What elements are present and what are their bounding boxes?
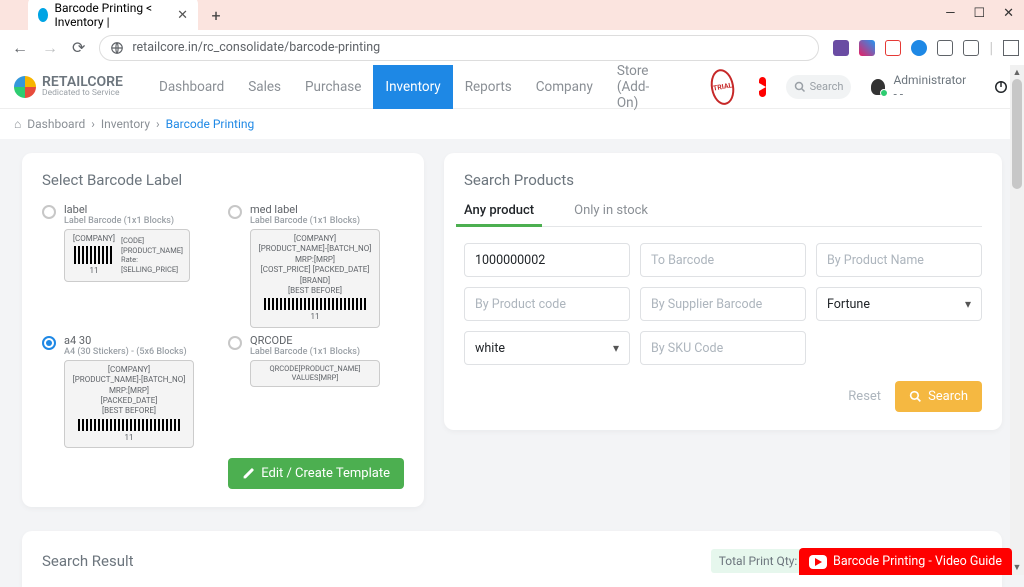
new-tab-button[interactable]: + — [206, 6, 226, 25]
trial-badge: TRIAL — [708, 67, 737, 107]
scrollbar-thumb[interactable] — [1012, 79, 1022, 189]
radio-icon[interactable] — [42, 205, 56, 219]
main-menu: Dashboard Sales Purchase Inventory Repor… — [147, 65, 661, 109]
reset-button[interactable]: Reset — [848, 389, 881, 404]
ext-icon-4[interactable] — [911, 40, 927, 56]
result-title: Search Result — [42, 552, 134, 570]
label-option-a4-30[interactable]: a4 30 A4 (30 Stickers) - (5x6 Blocks) [C… — [42, 334, 218, 448]
brand-tagline: Dedicated to Service — [42, 89, 123, 98]
search-placeholder: Search — [810, 80, 844, 93]
crumb-inventory[interactable]: Inventory — [101, 117, 150, 131]
label-preview: [COMPANY] [PRODUCT_NAME]-[BATCH_NO] MRP:… — [64, 360, 194, 448]
radio-icon[interactable] — [228, 336, 242, 350]
label-preview: [COMPANY] [PRODUCT_NAME]-[BATCH_NO] MRP:… — [250, 229, 380, 328]
extension-icons: | ⋮ — [833, 38, 1024, 57]
select-label-card: Select Barcode Label label Label Barcode… — [22, 153, 424, 507]
label-preview: [COMPANY] 11 [CODE] [PRODUCT_NAME] Rate:… — [64, 229, 190, 282]
brand-name: RETAILCORE — [42, 75, 123, 89]
app-header: RETAILCORE Dedicated to Service Dashboar… — [0, 65, 1024, 109]
search-icon — [794, 81, 806, 93]
ext-icon-6[interactable] — [963, 40, 979, 56]
scroll-down-icon[interactable]: ▼ — [1010, 562, 1024, 573]
user-menu[interactable]: Administrator - - — [871, 73, 968, 101]
video-guide-button[interactable]: Barcode Printing - Video Guide — [799, 548, 1012, 575]
pencil-icon — [242, 467, 255, 480]
scrollbar[interactable]: ▲ ▼ — [1010, 65, 1024, 575]
search-tabs: Any product Only in stock — [464, 203, 982, 227]
scroll-up-icon[interactable]: ▲ — [1010, 67, 1024, 78]
search-button[interactable]: Search — [895, 381, 982, 412]
label-option-label[interactable]: label Label Barcode (1x1 Blocks) [COMPAN… — [42, 203, 218, 328]
tab-title: Barcode Printing < Inventory | — [54, 1, 171, 29]
breadcrumb: ⌂ Dashboard › Inventory › Barcode Printi… — [0, 109, 1024, 139]
product-code-input[interactable]: By Product code — [464, 287, 630, 321]
user-icon — [871, 79, 885, 95]
search-products-card: Search Products Any product Only in stoc… — [444, 153, 1002, 430]
ext-icon-3[interactable] — [885, 40, 901, 56]
logo[interactable]: RETAILCORE Dedicated to Service — [14, 75, 123, 98]
supplier-barcode-input[interactable]: By Supplier Barcode — [640, 287, 806, 321]
address-bar[interactable]: retailcore.in/rc_consolidate/barcode-pri… — [99, 35, 819, 61]
menu-sales[interactable]: Sales — [236, 65, 293, 109]
edit-create-template-button[interactable]: Edit / Create Template — [228, 458, 404, 489]
product-name-input[interactable]: By Product Name — [816, 243, 982, 277]
to-barcode-input[interactable]: To Barcode — [640, 243, 806, 277]
logo-icon — [14, 76, 36, 98]
back-icon[interactable]: ← — [12, 40, 28, 56]
close-tab-icon[interactable]: ✕ — [177, 8, 188, 23]
label-preview: QRCODE[PRODUCT_NAME] VALUES[MRP] — [250, 360, 380, 388]
menu-reports[interactable]: Reports — [453, 65, 524, 109]
menu-purchase[interactable]: Purchase — [293, 65, 373, 109]
forward-icon[interactable]: → — [42, 40, 58, 56]
from-barcode-input[interactable]: 1000000002 — [464, 243, 630, 277]
url-text: retailcore.in/rc_consolidate/barcode-pri… — [132, 40, 380, 55]
menu-inventory[interactable]: Inventory — [373, 65, 452, 109]
menu-company[interactable]: Company — [524, 65, 605, 109]
ext-icon-7[interactable] — [1003, 40, 1019, 56]
browser-tab[interactable]: Barcode Printing < Inventory | ✕ — [28, 0, 198, 34]
chevron-down-icon: ▾ — [965, 297, 971, 311]
logout-icon — [994, 80, 1008, 94]
header-search[interactable]: Search — [786, 75, 852, 99]
reload-icon[interactable]: ⟳ — [72, 40, 85, 56]
brand-select[interactable]: Fortune▾ — [816, 287, 982, 321]
site-info-icon — [110, 41, 124, 55]
radio-icon-selected[interactable] — [42, 336, 56, 350]
color-select[interactable]: white▾ — [464, 331, 630, 365]
ext-icon-5[interactable] — [937, 40, 953, 56]
home-icon[interactable]: ⌂ — [14, 117, 21, 131]
menu-store-addon[interactable]: Store (Add-On) — [605, 65, 661, 109]
menu-dashboard[interactable]: Dashboard — [147, 65, 236, 109]
ext-icon-1[interactable] — [833, 40, 849, 56]
radio-icon[interactable] — [228, 205, 242, 219]
tab-any-product[interactable]: Any product — [464, 203, 534, 226]
maximize-icon[interactable]: ☐ — [973, 6, 985, 21]
minimize-icon[interactable]: — — [945, 6, 955, 21]
window-controls: — ☐ ✕ — [945, 6, 1014, 21]
search-icon — [909, 390, 922, 403]
ext-icon-2[interactable] — [859, 40, 875, 56]
sku-code-input[interactable]: By SKU Code — [640, 331, 806, 365]
crumb-barcode-printing: Barcode Printing — [166, 117, 255, 131]
browser-chrome: — ☐ ✕ Barcode Printing < Inventory | ✕ +… — [0, 0, 1024, 65]
user-name: Administrator - - — [893, 73, 968, 101]
tab-only-in-stock[interactable]: Only in stock — [574, 203, 648, 226]
close-window-icon[interactable]: ✕ — [1003, 6, 1014, 21]
youtube-icon — [809, 555, 827, 569]
chevron-down-icon: ▾ — [613, 341, 619, 355]
tab-favicon — [38, 8, 48, 22]
search-products-title: Search Products — [464, 171, 982, 189]
crumb-dashboard[interactable]: Dashboard — [27, 117, 85, 131]
label-option-qrcode[interactable]: QRCODE Label Barcode (1x1 Blocks) QRCODE… — [228, 334, 404, 448]
label-option-med-label[interactable]: med label Label Barcode (1x1 Blocks) [CO… — [228, 203, 404, 328]
youtube-icon[interactable] — [759, 77, 766, 97]
select-label-title: Select Barcode Label — [42, 171, 404, 189]
